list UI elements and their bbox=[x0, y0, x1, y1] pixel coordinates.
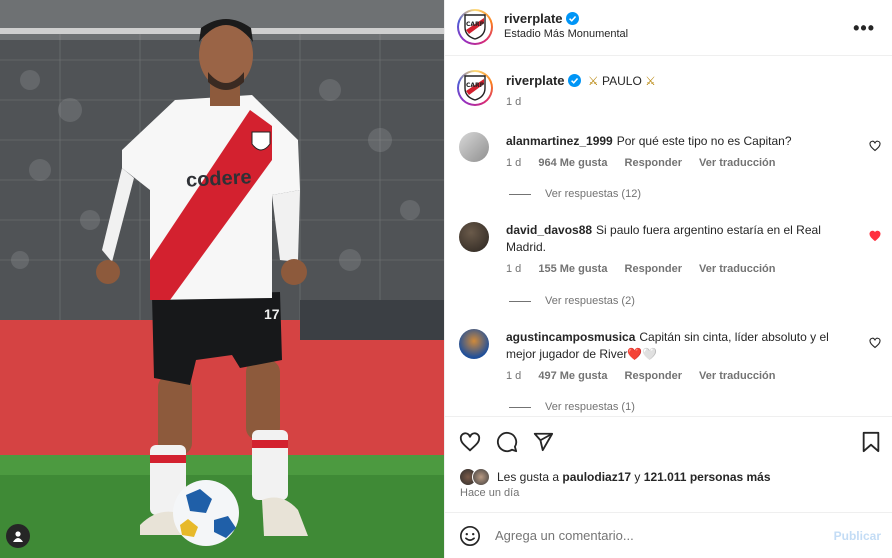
comment-likes[interactable]: 155 Me gusta bbox=[538, 263, 607, 275]
comment-icon[interactable] bbox=[496, 431, 518, 453]
svg-text:CARP: CARP bbox=[466, 82, 485, 89]
author-avatar[interactable]: CARP bbox=[457, 9, 493, 45]
heart-icon[interactable] bbox=[459, 431, 481, 453]
post-details-panel: CARP riverplate Estadio Más Monumental •… bbox=[444, 0, 892, 558]
replies-divider bbox=[509, 193, 531, 195]
comment-meta: 1 d 497 Me gusta Responder Ver traducció… bbox=[506, 368, 836, 385]
reply-button[interactable]: Responder bbox=[625, 157, 682, 169]
comment-body: alanmartinez_1999 Por qué este tipo no es… bbox=[506, 133, 836, 172]
comment-username[interactable]: alanmartinez_1999 bbox=[506, 134, 613, 148]
likes-connector: y bbox=[634, 470, 641, 484]
view-replies-button[interactable]: Ver respuestas (12) bbox=[509, 188, 641, 200]
river-plate-crest-icon: CARP bbox=[464, 75, 486, 101]
reply-button[interactable]: Responder bbox=[625, 370, 682, 382]
likes-prefix: Les gusta a bbox=[497, 470, 560, 484]
caption-author-avatar[interactable]: CARP bbox=[457, 70, 493, 106]
commenter-avatar[interactable] bbox=[459, 222, 489, 252]
comment-body: david_davos88 Si paulo fuera argentino es… bbox=[506, 222, 836, 278]
swords-emoji-right: ⚔ bbox=[645, 74, 656, 88]
replies-divider bbox=[509, 406, 531, 408]
view-replies-button[interactable]: Ver respuestas (1) bbox=[509, 401, 635, 413]
commenter-avatar[interactable] bbox=[459, 132, 489, 162]
posted-time[interactable]: Hace un día bbox=[460, 487, 519, 499]
post-photo[interactable]: codere 17 bbox=[0, 0, 444, 558]
comment-composer: Publicar bbox=[445, 512, 892, 558]
post-location[interactable]: Estadio Más Monumental bbox=[504, 28, 628, 40]
more-icon: ••• bbox=[853, 18, 875, 38]
comment-input[interactable] bbox=[495, 528, 825, 543]
reply-button[interactable]: Responder bbox=[625, 263, 682, 275]
verified-icon bbox=[565, 12, 579, 25]
caption-time[interactable]: 1 d bbox=[506, 96, 521, 108]
comment-text: Por qué este tipo no es Capitan? bbox=[616, 134, 792, 148]
replies-divider bbox=[509, 300, 531, 302]
comment-username[interactable]: agustincamposmusica bbox=[506, 330, 635, 344]
tag-user-button[interactable] bbox=[6, 524, 30, 548]
likers-avatars bbox=[459, 468, 495, 486]
likes-others[interactable]: 121.011 personas más bbox=[644, 470, 771, 484]
share-icon[interactable] bbox=[532, 431, 554, 453]
header-author-info: riverplate Estadio Más Monumental bbox=[504, 11, 628, 40]
likes-summary[interactable]: Les gusta a paulodiaz17 y 121.011 person… bbox=[459, 468, 771, 486]
more-options-button[interactable]: ••• bbox=[853, 18, 875, 39]
post-actions: Les gusta a paulodiaz17 y 121.011 person… bbox=[445, 416, 892, 512]
liker-avatar bbox=[472, 468, 490, 486]
view-replies-button[interactable]: Ver respuestas (2) bbox=[509, 295, 635, 307]
emoji-icon[interactable] bbox=[459, 525, 481, 547]
comment-likes[interactable]: 964 Me gusta bbox=[538, 157, 607, 169]
comment-like-button[interactable] bbox=[869, 140, 881, 152]
shirt-sponsor: codere bbox=[185, 166, 253, 192]
swords-emoji-left: ⚔ bbox=[587, 74, 599, 88]
shirt-number: 17 bbox=[264, 306, 280, 322]
svg-text:CARP: CARP bbox=[466, 21, 485, 28]
translate-button[interactable]: Ver traducción bbox=[699, 263, 775, 275]
comment-like-button[interactable] bbox=[869, 230, 881, 242]
river-plate-crest-icon: CARP bbox=[464, 14, 486, 40]
comment-username[interactable]: david_davos88 bbox=[506, 223, 592, 237]
translate-button[interactable]: Ver traducción bbox=[699, 157, 775, 169]
commenter-avatar[interactable] bbox=[459, 329, 489, 359]
comment-body: agustincamposmusica Capitán sin cinta, lí… bbox=[506, 329, 836, 385]
comment-time[interactable]: 1 d bbox=[506, 157, 521, 169]
comment-time[interactable]: 1 d bbox=[506, 370, 521, 382]
player-illustration bbox=[0, 0, 444, 558]
view-replies-label: Ver respuestas (12) bbox=[545, 188, 641, 200]
author-username[interactable]: riverplate bbox=[504, 11, 563, 26]
caption-text-row: riverplate ⚔ PAULO ⚔ bbox=[506, 73, 656, 88]
comment-meta: 1 d 155 Me gusta Responder Ver traducció… bbox=[506, 261, 836, 278]
comment-time[interactable]: 1 d bbox=[506, 263, 521, 275]
comment-meta: 1 d 964 Me gusta Responder Ver traducció… bbox=[506, 155, 836, 172]
post-header: CARP riverplate Estadio Más Monumental •… bbox=[445, 0, 892, 56]
caption-username[interactable]: riverplate bbox=[506, 73, 565, 88]
likes-first-user[interactable]: paulodiaz17 bbox=[562, 470, 631, 484]
comment-like-button[interactable] bbox=[869, 337, 881, 349]
bookmark-icon[interactable] bbox=[861, 431, 881, 453]
view-replies-label: Ver respuestas (1) bbox=[545, 401, 635, 413]
view-replies-label: Ver respuestas (2) bbox=[545, 295, 635, 307]
verified-icon bbox=[567, 74, 581, 87]
translate-button[interactable]: Ver traducción bbox=[699, 370, 775, 382]
comment-likes[interactable]: 497 Me gusta bbox=[538, 370, 607, 382]
publish-button[interactable]: Publicar bbox=[834, 529, 881, 543]
tag-user-icon bbox=[13, 531, 23, 542]
caption-text: PAULO bbox=[602, 74, 642, 88]
